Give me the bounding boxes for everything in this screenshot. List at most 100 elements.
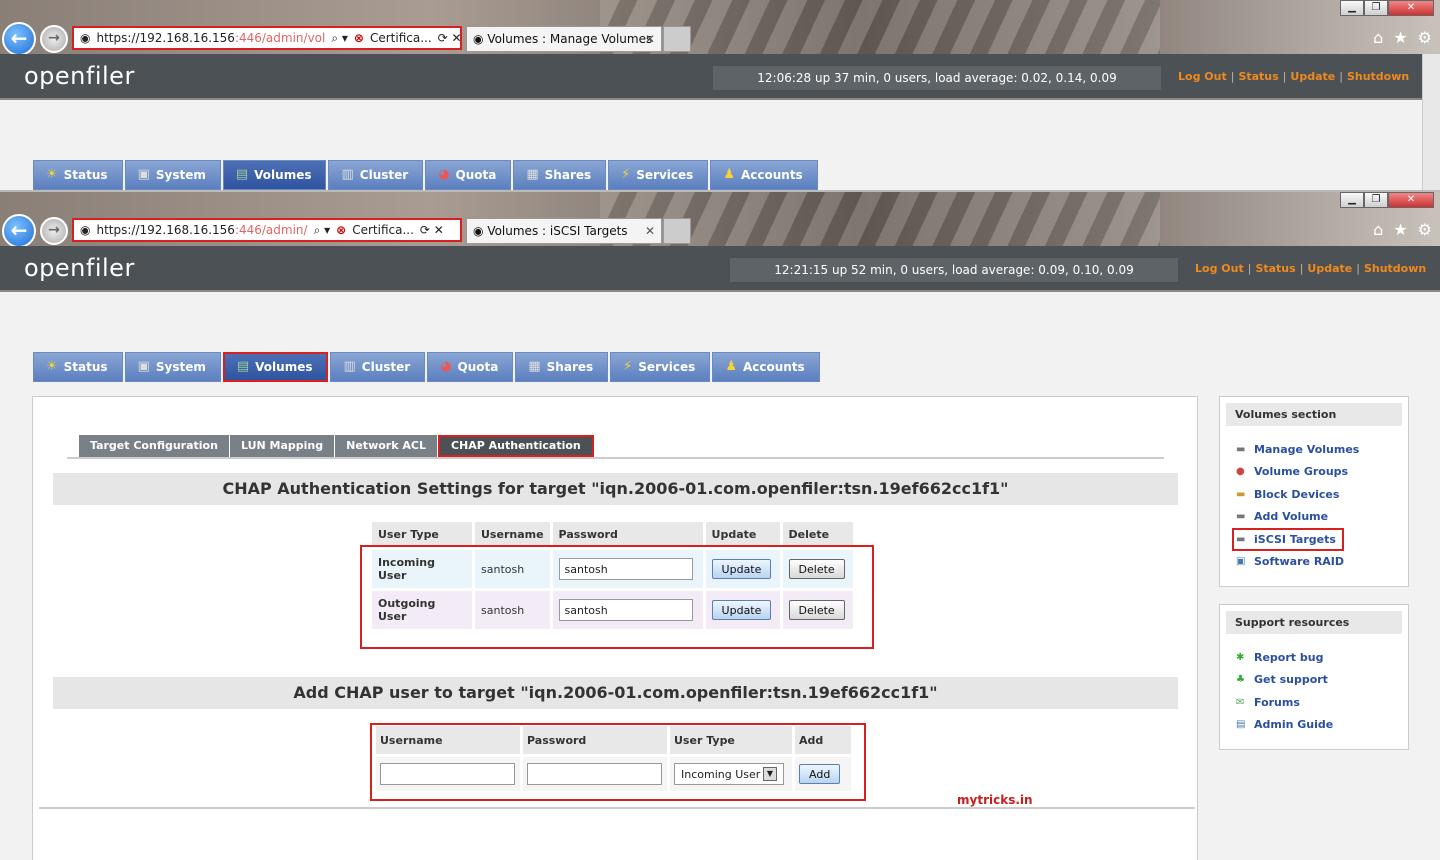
nav-accounts[interactable]: ♟ Accounts [712,352,820,382]
status-link[interactable]: Status [1238,70,1278,83]
forward-button[interactable]: → [40,217,68,245]
forward-button[interactable]: → [40,25,68,53]
col-delete: Delete [782,522,853,547]
sidebar-item-admin-guide[interactable]: ▤ Admin Guide [1236,714,1402,737]
sidebar-item-volume-groups[interactable]: ● Volume Groups [1236,461,1402,484]
tab-target-configuration[interactable]: Target Configuration [79,435,229,457]
sidebar-item-add-volume[interactable]: ▬ Add Volume [1236,506,1402,529]
address-path: :446/admin/vol [234,31,326,45]
minimize-icon[interactable]: ▁ [1340,192,1364,208]
cluster-icon: ▥ [341,167,354,182]
tab-icon: ◉ [473,32,484,46]
certificate-error[interactable]: Certifica... [370,28,432,48]
nav-cluster[interactable]: ▥ Cluster [328,160,424,190]
certificate-error[interactable]: Certifica... [352,220,414,240]
openfiler-logo: openfiler [24,62,135,90]
new-tab-button[interactable] [663,26,691,52]
uptime-status: 12:06:28 up 37 min, 0 users, load averag… [713,66,1161,90]
logout-link[interactable]: Log Out [1178,70,1227,83]
tab-title: Volumes : Manage Volumes [487,32,653,46]
tab-chap-authentication[interactable]: CHAP Authentication [437,435,594,457]
scrollbar[interactable] [1422,54,1440,190]
chap-settings-title: CHAP Authentication Settings for target … [53,473,1178,505]
openfiler-logo: openfiler [24,254,135,282]
nav-services[interactable]: ⚡ Services [610,352,711,382]
browser-tab[interactable]: ◉ Volumes : Manage Volumes ✕ [466,26,662,52]
folder-icon: ▦ [528,359,541,374]
sidebar-item-manage-volumes[interactable]: ▬ Manage Volumes [1236,438,1402,461]
home-icon[interactable]: ⌂ [1373,220,1383,239]
tab-network-acl[interactable]: Network ACL [335,435,437,457]
users-icon: ♟ [725,359,737,374]
close-icon[interactable]: ✕ [1388,0,1434,16]
shutdown-link[interactable]: Shutdown [1347,70,1409,83]
nav-status[interactable]: ☀ Status [33,160,123,190]
star-icon[interactable]: ★ [1393,220,1407,239]
block-device-icon: ▬ [1236,488,1246,500]
browser-tab[interactable]: ◉ Volumes : iSCSI Targets ✕ [466,218,662,244]
tab-close-icon[interactable]: ✕ [645,27,655,51]
search-icon[interactable]: ⌕ ▾ [314,220,331,240]
maximize-icon[interactable]: ❐ [1364,0,1388,16]
main-nav: ☀ Status ▣ System ▤ Volumes ▥ Cluster ◕ Quota… [33,160,818,190]
address-host: https://192.168.16.156 [96,31,235,45]
address-host: https://192.168.16.156 [96,223,235,237]
lightning-icon: ⚡ [623,359,633,374]
close-icon[interactable]: ✕ [1388,192,1434,208]
site-icon: ◉ [80,31,91,45]
refresh-icon[interactable]: ⟳ ✕ [420,220,444,240]
update-link[interactable]: Update [1307,262,1352,275]
shutdown-link[interactable]: Shutdown [1364,262,1426,275]
lightning-icon: ⚡ [621,167,631,182]
nav-volumes[interactable]: ▤ Volumes [222,160,327,190]
tab-close-icon[interactable]: ✕ [645,219,655,243]
nav-accounts[interactable]: ♟ Accounts [710,160,818,190]
book-icon: ▤ [1236,719,1246,731]
browser-window-2: ▁ ❐ ✕ ← → ◉ https://192.168.16.156:446/a… [0,192,1440,860]
main-nav: ☀ Status ▣ System ▤ Volumes ▥ Cluster ◕ Quota… [33,352,820,382]
refresh-icon[interactable]: ⟳ ✕ [438,28,460,48]
maximize-icon[interactable]: ❐ [1364,192,1388,208]
bug-icon: ✱ [1236,651,1245,663]
col-update: Update [705,522,780,547]
gear-icon[interactable]: ⚙ [1418,28,1432,47]
volumes-section: Volumes section ▬ Manage Volumes ● Volume … [1219,396,1409,587]
sidebar-item-forums[interactable]: ✉ Forums [1236,691,1402,714]
nav-shares[interactable]: ▦ Shares [515,352,609,382]
gear-icon[interactable]: ⚙ [1418,220,1432,239]
star-icon[interactable]: ★ [1393,28,1407,47]
monitor-icon: ▣ [137,359,150,374]
disk-icon: ▤ [235,167,249,182]
users-icon: ♟ [723,167,735,182]
nav-volumes[interactable]: ▤ Volumes [222,352,329,382]
new-tab-button[interactable] [663,218,691,244]
back-button[interactable]: ← [2,22,36,56]
back-button[interactable]: ← [2,214,36,248]
update-link[interactable]: Update [1290,70,1335,83]
nav-services[interactable]: ⚡ Services [608,160,709,190]
logout-link[interactable]: Log Out [1195,262,1244,275]
nav-cluster[interactable]: ▥ Cluster [330,352,426,382]
sidebar-item-block-devices[interactable]: ▬ Block Devices [1236,483,1402,506]
sidebar-item-software-raid[interactable]: ▣ Software RAID [1236,551,1402,574]
tab-lun-mapping[interactable]: LUN Mapping [229,435,335,457]
status-link[interactable]: Status [1255,262,1295,275]
sidebar-item-iscsi-targets[interactable]: ▬ iSCSI Targets [1232,528,1344,551]
window-controls: ▁ ❐ ✕ [1340,0,1434,16]
sidebar-item-get-support[interactable]: ♣ Get support [1236,669,1402,692]
address-bar[interactable]: ◉ https://192.168.16.156:446/admin/vol ⌕… [72,26,462,50]
sidebar-item-report-bug[interactable]: ✱ Report bug [1236,646,1402,669]
top-links: Log Out | Status | Update | Shutdown [1178,70,1410,83]
address-bar[interactable]: ◉ https://192.168.16.156:446/admin/ ⌕ ▾ … [72,218,462,242]
nav-quota[interactable]: ◕ Quota [427,352,514,382]
nav-status[interactable]: ☀ Status [33,352,123,382]
col-password: Password [552,522,703,547]
nav-quota[interactable]: ◕ Quota [425,160,512,190]
raid-icon: ▣ [1236,556,1246,568]
home-icon[interactable]: ⌂ [1373,28,1383,47]
nav-system[interactable]: ▣ System [124,352,221,382]
nav-system[interactable]: ▣ System [124,160,221,190]
nav-shares[interactable]: ▦ Shares [513,160,607,190]
search-icon[interactable]: ⌕ ▾ [331,28,348,48]
minimize-icon[interactable]: ▁ [1340,0,1364,16]
